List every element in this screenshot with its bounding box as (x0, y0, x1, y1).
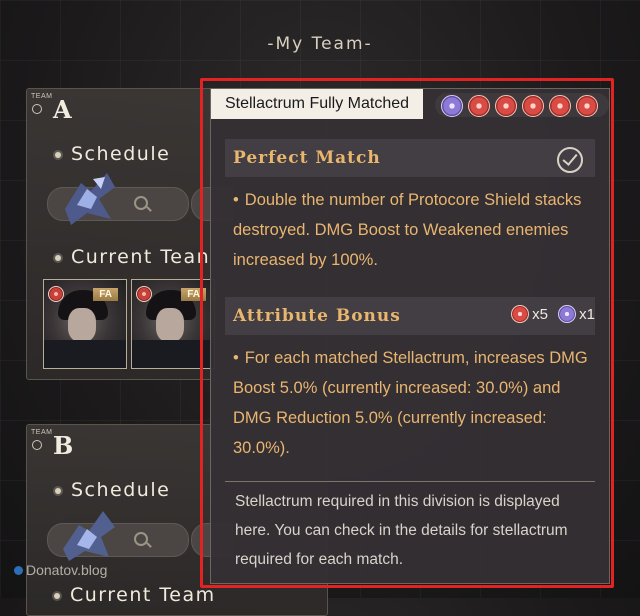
stellactrum-red-icon (576, 95, 598, 117)
page-title: -My Team- (267, 34, 373, 54)
search-icon[interactable] (134, 532, 148, 546)
watermark-dot-icon (14, 566, 23, 575)
mech-emblem-icon (63, 511, 115, 561)
stellactrum-purple-icon (558, 305, 577, 324)
current-team-label: Current Tean (71, 246, 211, 268)
bullet-icon (55, 487, 61, 494)
stellactrum-red-icon (468, 95, 490, 117)
tooltip-note: Stellactrum required in this division is… (235, 493, 568, 568)
stellactrum-red-icon (495, 95, 517, 117)
watermark-text: Donatov.blog (26, 562, 108, 578)
stellactrum-purple-icon (441, 95, 463, 117)
bullet-icon (55, 151, 61, 158)
stellactrum-red-icon (511, 305, 530, 324)
schedule-heading: Schedule (55, 143, 170, 165)
stellactrum-tooltip: Stellactrum Fully Matched Perfect Match … (210, 88, 610, 584)
stellactrum-red-icon (136, 286, 152, 302)
character-card[interactable]: FA (43, 279, 127, 369)
schedule-label: Schedule (71, 143, 171, 165)
team-tag: TEAM (31, 93, 53, 100)
team-ring-icon (32, 104, 42, 114)
perfect-match-heading: Perfect Match (233, 148, 381, 168)
team-ring-icon (32, 440, 42, 450)
attribute-bonus-text: • For each matched Stellactrum, increases… (233, 349, 588, 457)
current-team-label: Current Team (70, 584, 216, 606)
bonus-counts: x5 x1 (505, 305, 595, 324)
watermark: Donatov.blog (14, 562, 107, 578)
fa-badge: FA (93, 288, 118, 301)
tooltip-title: Stellactrum Fully Matched (211, 89, 423, 119)
character-card[interactable]: FA (131, 279, 215, 369)
attribute-bonus-header: Attribute Bonus x5 x1 (225, 297, 595, 335)
stellactrum-chip-row (435, 93, 609, 117)
perfect-match-text: • Double the number of Protocore Shield s… (233, 191, 582, 269)
team-tag: TEAM (31, 429, 53, 436)
team-letter: B (53, 431, 74, 460)
fa-badge: FA (181, 288, 206, 301)
red-count: x5 (532, 306, 548, 323)
search-icon[interactable] (134, 196, 148, 210)
schedule-heading: Schedule (55, 479, 170, 501)
tooltip-header: Stellactrum Fully Matched (211, 89, 609, 119)
attribute-bonus-heading: Attribute Bonus (233, 306, 401, 326)
perfect-match-header: Perfect Match (225, 139, 595, 177)
divider (225, 481, 595, 482)
schedule-label: Schedule (71, 479, 171, 501)
team-letter: A (53, 95, 72, 124)
current-team-heading: Current Tean (55, 246, 210, 268)
current-team-heading-b: Current Team (54, 584, 216, 606)
stellactrum-red-icon (48, 286, 64, 302)
stellactrum-red-icon (522, 95, 544, 117)
check-circle-icon (557, 147, 583, 173)
mech-emblem-icon (65, 173, 115, 225)
bullet-icon (55, 254, 61, 261)
purple-count: x1 (579, 306, 595, 323)
stellactrum-red-icon (549, 95, 571, 117)
